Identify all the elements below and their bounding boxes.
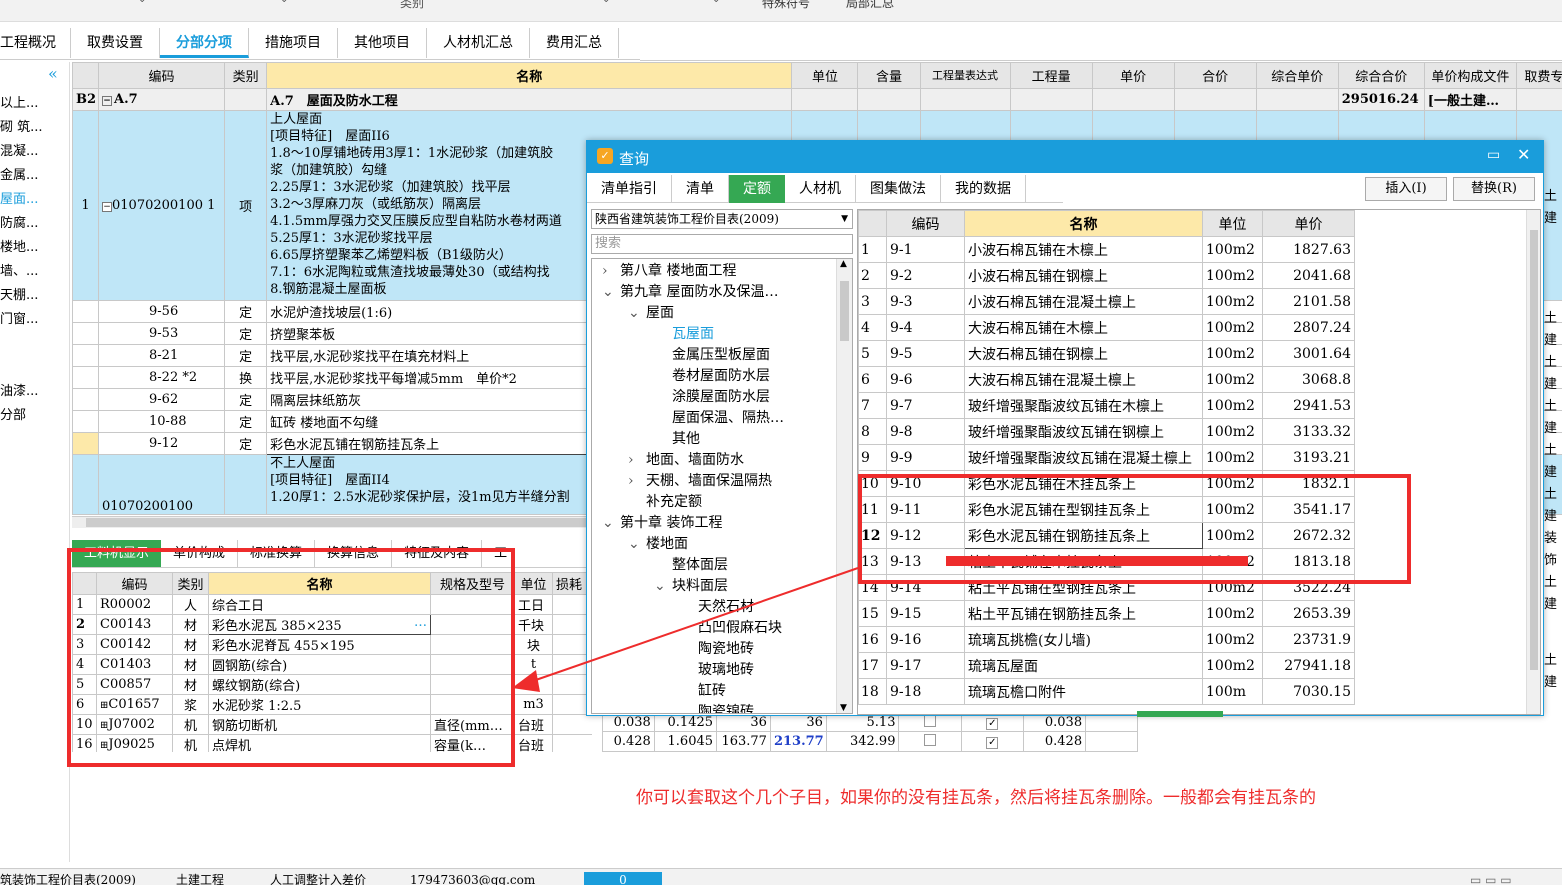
status-badge[interactable]: 0 — [584, 872, 662, 885]
annotation-text: 你可以套取这个几个子目，如果你的没有挂瓦条，然后将挂瓦条删除。一般都会有挂瓦条的 — [636, 788, 1316, 808]
window-controls: ▭ ▭ ▭ — [1470, 873, 1512, 885]
annotation-arrow — [512, 567, 859, 692]
status-bar: 筑装饰工程价目表(2009) 土建工程 人工调整计入差价 179473603@q… — [0, 868, 1562, 885]
